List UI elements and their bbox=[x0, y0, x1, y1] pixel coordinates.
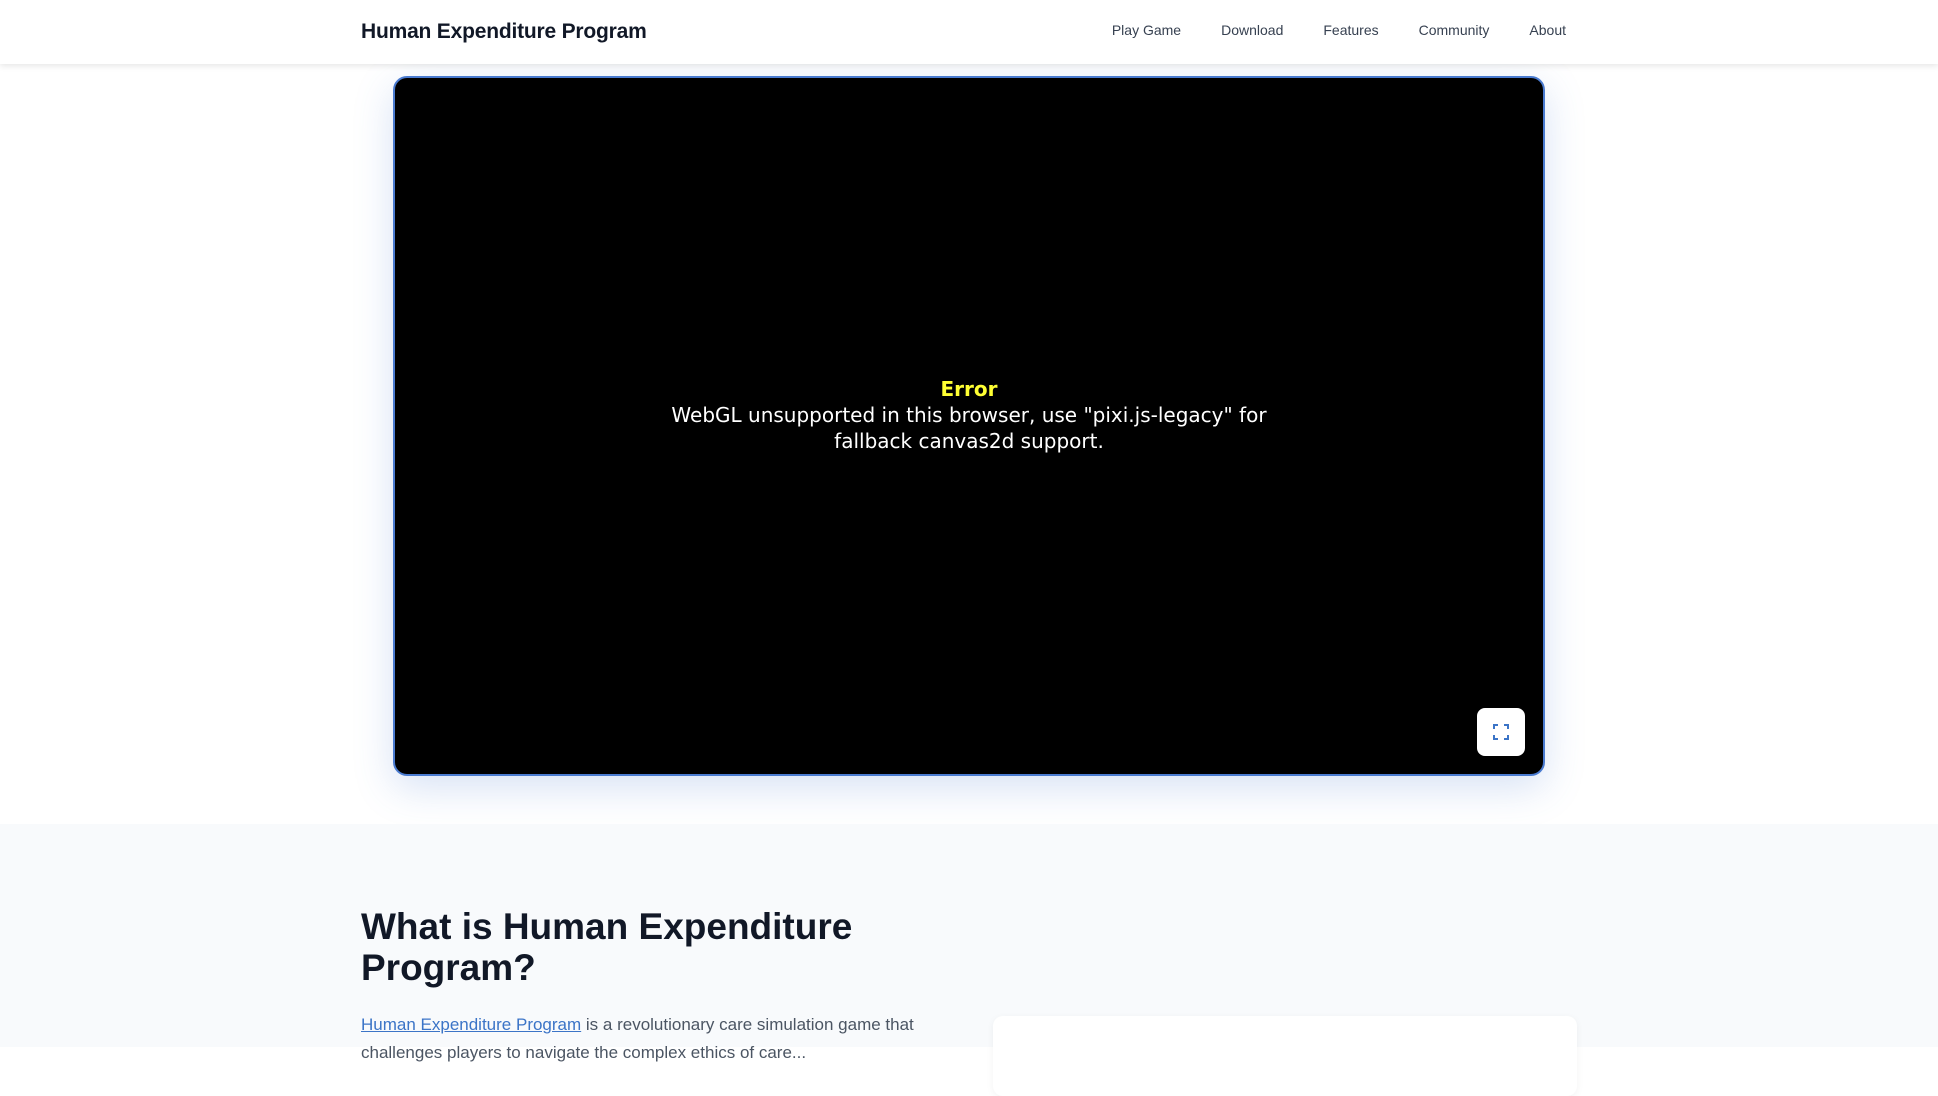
error-text: WebGL unsupported in this browser, use "… bbox=[671, 403, 1267, 453]
info-card bbox=[993, 1016, 1577, 1096]
error-title: Error bbox=[940, 377, 998, 401]
section-heading: What is Human Expenditure Program? bbox=[361, 906, 853, 988]
nav-features[interactable]: Features bbox=[1323, 22, 1378, 38]
game-canvas[interactable]: Error WebGL unsupported in this browser,… bbox=[393, 76, 1545, 776]
site-title[interactable]: Human Expenditure Program bbox=[361, 20, 647, 44]
about-section: What is Human Expenditure Program? Human… bbox=[0, 824, 1938, 1096]
section-description: Human Expenditure Program is a revolutio… bbox=[361, 1011, 931, 1067]
nav-community[interactable]: Community bbox=[1419, 22, 1490, 38]
nav-download[interactable]: Download bbox=[1221, 22, 1283, 38]
site-header: Human Expenditure Program Play Game Down… bbox=[0, 0, 1938, 64]
nav-play-game[interactable]: Play Game bbox=[1112, 22, 1181, 38]
error-message-box: Error WebGL unsupported in this browser,… bbox=[395, 376, 1543, 454]
fullscreen-icon bbox=[1493, 724, 1509, 740]
fullscreen-button[interactable] bbox=[1477, 708, 1525, 756]
nav-about[interactable]: About bbox=[1529, 22, 1566, 38]
game-name-link[interactable]: Human Expenditure Program bbox=[361, 1015, 581, 1034]
main-nav: Play Game Download Features Community Ab… bbox=[1112, 22, 1566, 38]
